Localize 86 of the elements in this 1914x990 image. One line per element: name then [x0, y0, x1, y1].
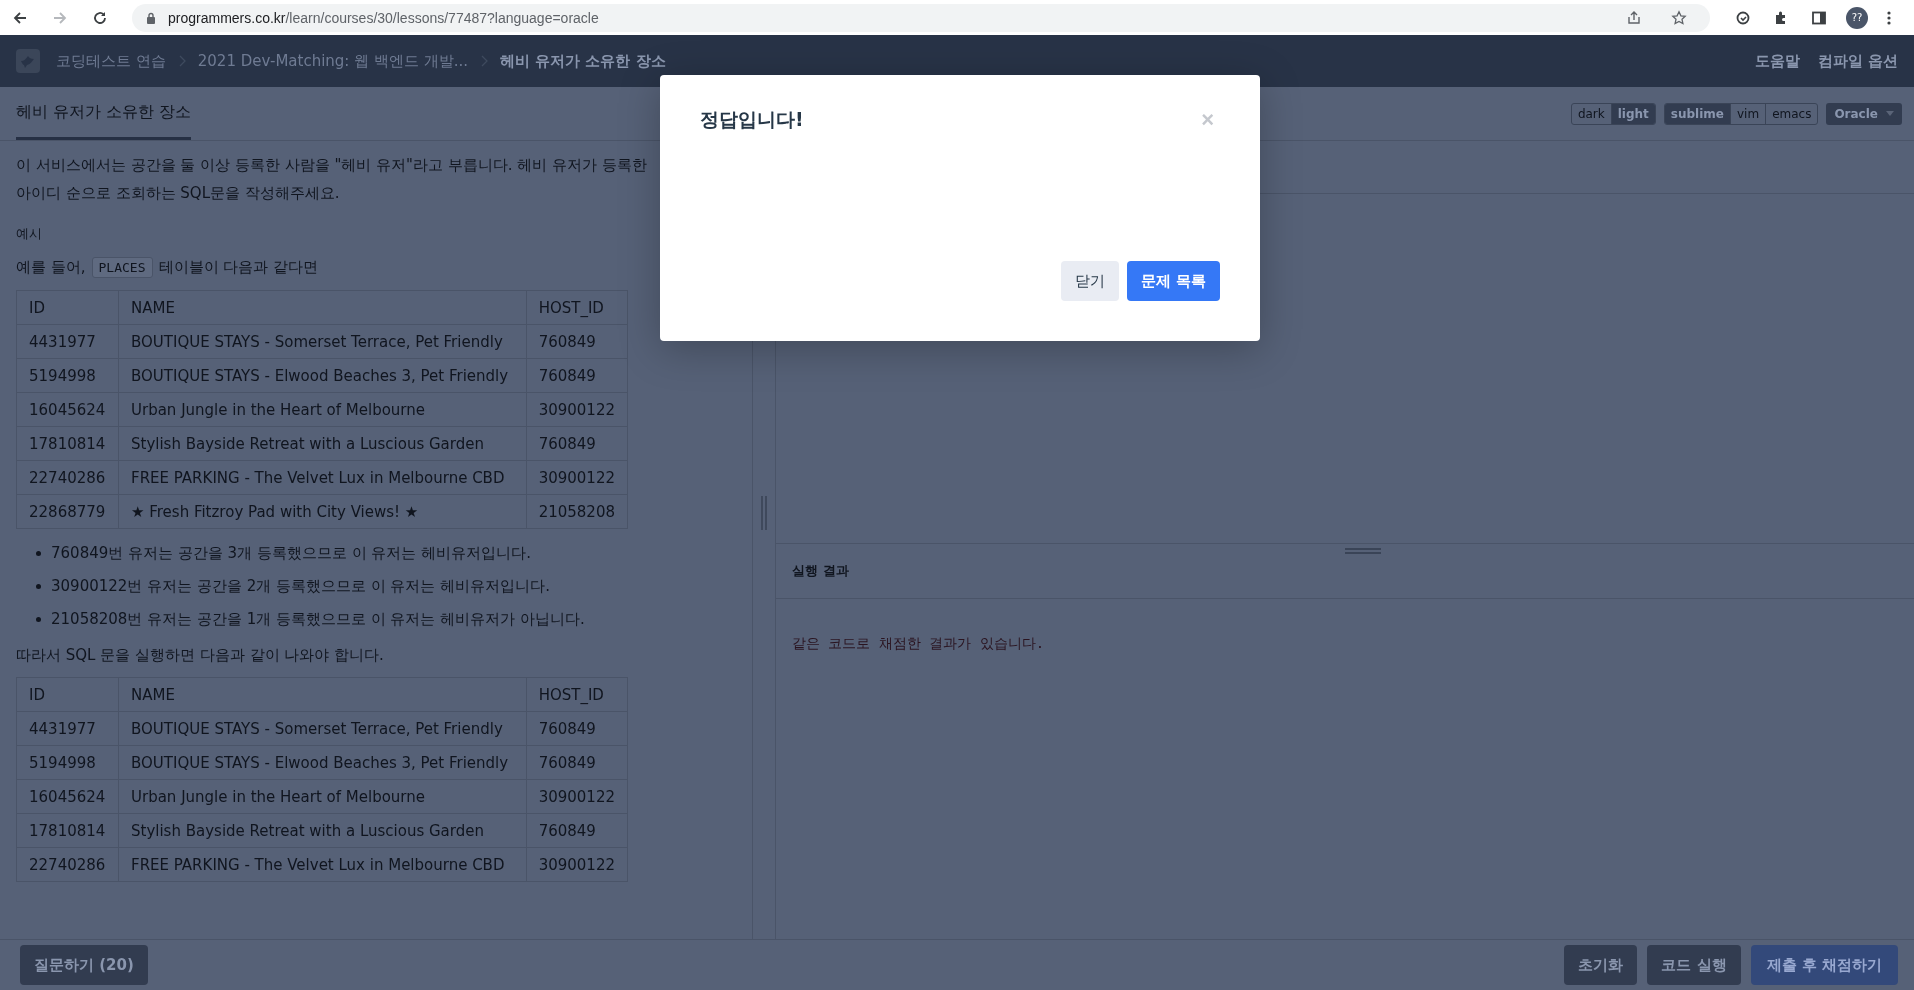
header-link[interactable]: 컴파일 옵션 — [1817, 51, 1898, 71]
resize-handle[interactable] — [1345, 548, 1381, 554]
column-header: NAME — [118, 290, 527, 325]
toggle-option[interactable]: emacs — [1765, 103, 1818, 124]
lock-icon — [146, 11, 156, 24]
table-cell: 5194998 — [16, 358, 119, 393]
result-message: 같은 코드로 채점한 결과가 있습니다. — [792, 635, 1045, 651]
table-cell: Urban Jungle in the Heart of Melbourne — [118, 779, 527, 814]
code-snippet: PLACES — [91, 257, 153, 278]
column-header: ID — [16, 677, 119, 712]
column-header: HOST_ID — [526, 290, 628, 325]
description-text: 이 서비스에서는 공간을 둘 이상 등록한 사람을 "헤비 유저"라고 부릅니다. 헤비 유저가 등록한 — [16, 155, 648, 176]
modal-button[interactable]: 문제 목록 — [1126, 261, 1220, 301]
table-cell: 5194998 — [16, 745, 119, 780]
table-cell: BOUTIQUE STAYS - Elwood Beaches 3, Pet Friendly — [118, 358, 527, 393]
star-icon[interactable] — [1671, 9, 1687, 26]
url-text: programmers.co.kr/learn/courses/30/lessons/77487?language=oracle — [168, 9, 599, 26]
breadcrumb-link[interactable]: 코딩테스트 연습 — [56, 51, 166, 71]
modal-button[interactable]: 닫기 — [1060, 261, 1119, 301]
column-header: ID — [16, 290, 119, 325]
table-cell: 4431977 — [16, 711, 119, 746]
table-cell: 30900122 — [526, 779, 628, 814]
result-title: 실행 결과 — [792, 562, 849, 580]
table-cell: 760849 — [526, 426, 628, 461]
modal-title: 정답입니다! — [700, 107, 804, 132]
ask-button[interactable]: 질문하기 (20) — [20, 945, 148, 985]
language-dropdown[interactable]: Oracle — [1826, 102, 1902, 125]
table-cell: 17810814 — [16, 426, 119, 461]
table-cell: Urban Jungle in the Heart of Melbourne — [118, 392, 527, 427]
table-cell: ★ Fresh Fitzroy Pad with City Views! ★ — [118, 494, 527, 529]
table-cell: BOUTIQUE STAYS - Somerset Terrace, Pet Friendly — [118, 711, 527, 746]
back-icon[interactable] — [12, 9, 28, 26]
table-cell: BOUTIQUE STAYS - Somerset Terrace, Pet Friendly — [118, 324, 527, 359]
resize-handle[interactable] — [761, 496, 767, 530]
problem-tab[interactable]: 헤비 유저가 소유한 장소 — [16, 102, 192, 140]
toggle-option[interactable]: dark — [1571, 103, 1611, 124]
action-button[interactable]: 초기화 — [1564, 945, 1638, 985]
table-cell: BOUTIQUE STAYS - Elwood Beaches 3, Pet Friendly — [118, 745, 527, 780]
intro-text: 예를 들어, — [16, 258, 86, 277]
share-icon[interactable] — [1626, 9, 1642, 26]
bullet-dot — [36, 551, 41, 556]
reload-icon[interactable] — [92, 9, 108, 26]
header-link[interactable]: 도움말 — [1754, 51, 1800, 71]
table-cell: Stylish Bayside Retreat with a Luscious Garden — [118, 426, 527, 461]
address-bar[interactable]: programmers.co.kr/learn/courses/30/lessons/77487?language=oracle — [132, 3, 1710, 32]
profile-avatar[interactable]: ?? — [1846, 6, 1868, 29]
breadcrumb-link[interactable]: 헤비 유저가 소유한 장소 — [500, 51, 666, 71]
table-cell: 4431977 — [16, 324, 119, 359]
table-cell: 760849 — [526, 711, 628, 746]
table-cell: 30900122 — [526, 460, 628, 495]
table-cell: 30900122 — [526, 847, 628, 882]
table-cell: 17810814 — [16, 813, 119, 848]
table-cell: 760849 — [526, 745, 628, 780]
table-cell: 22740286 — [16, 847, 119, 882]
description-text: 아이디 순으로 조회하는 SQL문을 작성해주세요. — [16, 183, 341, 204]
toggle-option[interactable]: light — [1610, 103, 1655, 124]
bullet-text: 21058208번 유저는 공간을 1개 등록했으므로 이 유저는 헤비유저가 아닙니다. — [51, 610, 585, 629]
table-cell: FREE PARKING - The Velvet Lux in Melbourne CBD — [118, 460, 527, 495]
breadcrumb-link[interactable]: 2021 Dev-Matching: 웹 백엔드 개발... — [197, 51, 468, 71]
bullet-dot — [36, 617, 41, 622]
action-button[interactable]: 제출 후 채점하기 — [1750, 945, 1898, 985]
bullet-text: 760849번 유저는 공간을 3개 등록했으므로 이 유저는 헤비유저입니다. — [51, 544, 531, 563]
table-cell: 22740286 — [16, 460, 119, 495]
table-cell: 760849 — [526, 813, 628, 848]
column-header: NAME — [118, 677, 527, 712]
table-cell: 760849 — [526, 358, 628, 393]
caret-icon — [1886, 111, 1894, 116]
table-cell: 21058208 — [526, 494, 628, 529]
action-button[interactable]: 코드 실행 — [1647, 945, 1741, 985]
table-cell: 16045624 — [16, 392, 119, 427]
table-cell: 16045624 — [16, 779, 119, 814]
table-cell: 30900122 — [526, 392, 628, 427]
table-cell: 760849 — [526, 324, 628, 359]
bullet-text: 30900122번 유저는 공간을 2개 등록했으므로 이 유저는 헤비유저입니다. — [51, 577, 551, 596]
toggle-option[interactable]: vim — [1730, 103, 1766, 124]
sidebar-icon[interactable] — [1811, 9, 1827, 26]
example-heading: 예시 — [16, 225, 43, 243]
column-header: HOST_ID — [526, 677, 628, 712]
table-cell: 22868779 — [16, 494, 119, 529]
bullet-dot — [36, 584, 41, 589]
toggle-option[interactable]: sublime — [1664, 103, 1730, 124]
intro-text: 테이블이 다음과 같다면 — [158, 258, 319, 277]
menu-icon[interactable] — [1887, 9, 1891, 26]
table-cell: FREE PARKING - The Velvet Lux in Melbourne CBD — [118, 847, 527, 882]
conclusion-text: 따라서 SQL 문을 실행하면 다음과 같이 나와야 합니다. — [16, 646, 385, 665]
table-cell: Stylish Bayside Retreat with a Luscious Garden — [118, 813, 527, 848]
